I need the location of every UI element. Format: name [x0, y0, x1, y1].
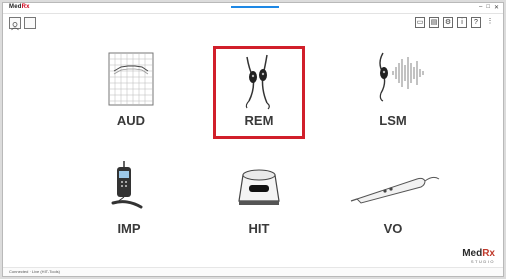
impedance-device-icon — [79, 157, 179, 219]
toolbar-left — [9, 17, 36, 31]
minimize-icon[interactable]: – — [479, 4, 482, 11]
module-label-lsm: LSM — [379, 113, 407, 128]
hit-box-icon — [209, 157, 309, 219]
title-bar: MedRx – □ ✕ — [3, 3, 503, 14]
module-tile-lsm[interactable]: LSM — [343, 49, 443, 128]
module-label-rem: REM — [244, 113, 274, 128]
app-logo-rx: Rx — [21, 4, 30, 10]
module-label-vo: VO — [383, 221, 403, 236]
app-logo-main: Med — [9, 4, 22, 10]
module-tile-vo[interactable]: VO — [343, 157, 443, 236]
module-label-imp: IMP — [117, 221, 141, 236]
folder-icon[interactable] — [24, 17, 36, 29]
module-label-hit: HIT — [248, 221, 270, 236]
module-tile-rem[interactable]: REM — [209, 49, 309, 128]
window-controls: – □ ✕ — [479, 4, 499, 11]
module-label-aud: AUD — [116, 113, 146, 128]
close-icon[interactable]: ✕ — [494, 4, 499, 11]
info-icon[interactable]: i — [457, 17, 467, 28]
toolbar: ▭ ▤ ⚙ i ? ⋮ — [3, 14, 503, 34]
more-icon[interactable]: ⋮ — [485, 17, 495, 28]
brand-logo-main: MedRx — [462, 248, 495, 259]
audiogram-icon[interactable]: ▤ — [429, 17, 439, 28]
brand-logo-sub: STUDIO — [470, 259, 495, 264]
title-progress-indicator — [231, 6, 279, 8]
gear-icon[interactable]: ⚙ — [443, 17, 453, 28]
status-text: Connected · Live (HIT-Tools) — [9, 269, 60, 274]
user-icon[interactable] — [9, 17, 21, 31]
brand-logo: MedRx STUDIO — [462, 248, 495, 264]
module-tile-imp[interactable]: IMP — [79, 157, 179, 236]
app-window: MedRx – □ ✕ ▭ ▤ ⚙ i ? ⋮ AUD REM LSM IMP … — [2, 2, 504, 277]
help-icon[interactable]: ? — [471, 17, 481, 28]
app-logo: MedRx — [9, 4, 30, 10]
lsm-speech-icon — [343, 49, 443, 111]
module-tile-hit[interactable]: HIT — [209, 157, 309, 236]
status-bar: Connected · Live (HIT-Tools) — [3, 267, 503, 276]
maximize-icon[interactable]: □ — [486, 4, 490, 11]
rem-probe-icon — [209, 49, 309, 111]
module-tile-aud[interactable]: AUD — [81, 49, 181, 128]
audiogram-icon — [81, 49, 181, 111]
window-icon[interactable]: ▭ — [415, 17, 425, 28]
toolbar-right: ▭ ▤ ⚙ i ? ⋮ — [415, 17, 495, 28]
video-otoscope-icon — [343, 157, 443, 219]
